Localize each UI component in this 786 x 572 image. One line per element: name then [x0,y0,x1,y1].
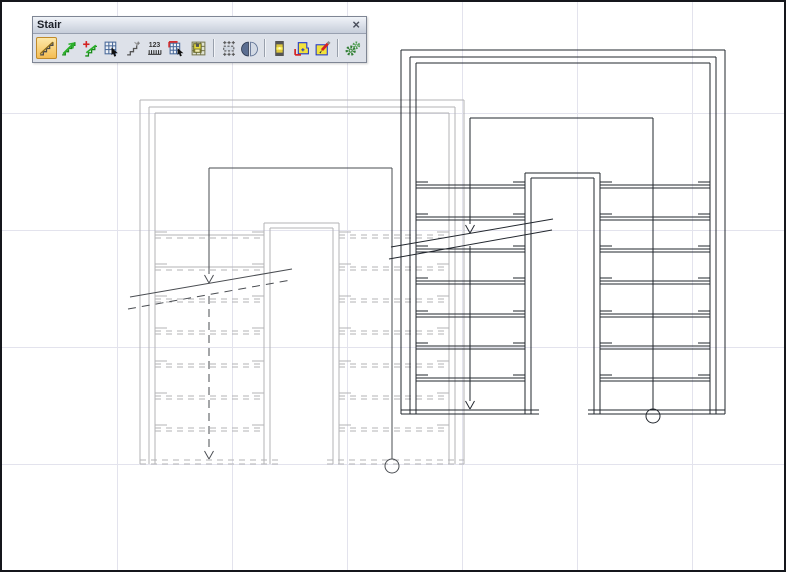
stair-adjust-icon [125,40,142,57]
stair-adjust-button[interactable] [123,37,144,59]
stair-ascend-button[interactable] [58,37,79,59]
stair-save-button[interactable] [188,37,209,59]
stair-settings-icon [344,40,361,57]
stair-corner-button[interactable] [291,37,312,59]
stair-add-button[interactable] [79,37,100,59]
stair-draw-icon [38,40,55,57]
stair-top-edit-button[interactable] [166,37,187,59]
drawing-grid [2,2,786,572]
stair-mirror-icon [241,40,258,57]
stair-save-icon [190,40,207,57]
toolbar-titlebar[interactable]: Stair × [33,17,366,34]
toolbar-buttons: 123 [33,34,366,62]
toolbar-separator [213,39,214,57]
stair-top-edit-icon [168,40,185,57]
stair-add-icon [81,40,98,57]
tread-numbering-icon: 123 [146,40,163,57]
stair-column-icon [271,40,288,57]
toolbar-separator [337,39,338,57]
stair-pick-icon [103,40,120,57]
numbering-text: 123 [149,41,161,48]
app-window: Stair × [0,0,786,572]
stair-mirror-button[interactable] [239,37,260,59]
toolbar-title: Stair [37,19,350,31]
stair-draw-button[interactable] [36,37,57,59]
ghost-stair-upper-storey[interactable] [128,100,464,473]
walking-line-start-circle [646,409,660,423]
stair-edit-icon [314,40,331,57]
drawing-canvas[interactable] [2,2,786,572]
stair-extents-icon [220,40,237,57]
close-icon[interactable]: × [350,19,362,31]
stair-toolbar: Stair × [32,16,367,63]
stair-column-button[interactable] [269,37,290,59]
walking-line-start-circle [385,459,399,473]
tread-numbering-button[interactable]: 123 [145,37,166,59]
stair-edit-button[interactable] [313,37,334,59]
stair-corner-icon [293,40,310,57]
stair-settings-button[interactable] [342,37,363,59]
stair-extents-button[interactable] [218,37,239,59]
stair-ascend-icon [60,40,77,57]
stair-pick-button[interactable] [101,37,122,59]
toolbar-separator [264,39,265,57]
